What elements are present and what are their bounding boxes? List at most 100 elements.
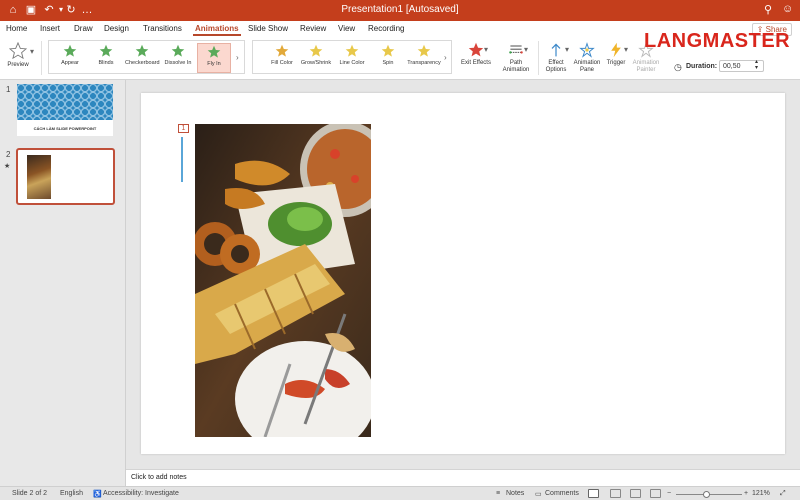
line-color-star-icon	[345, 44, 359, 57]
notes-area[interactable]: Click to add notes	[126, 469, 800, 486]
effect-blinds[interactable]: Blinds	[89, 43, 123, 73]
appear-star-icon	[63, 44, 77, 57]
slide-thumbnail-1[interactable]: CÁCH LÀM SLIDE POWERPOINT	[17, 84, 113, 136]
effect-checkerboard[interactable]: Checkerboard	[125, 43, 160, 73]
preview-button[interactable]: Preview	[4, 42, 32, 69]
food-photo-thumbnail	[27, 155, 51, 199]
notes-toggle[interactable]: Notes	[506, 490, 524, 497]
zoom-slider-handle[interactable]	[702, 491, 710, 498]
effect-appear[interactable]: Appear	[53, 43, 87, 73]
exit-star-icon	[468, 42, 484, 57]
animation-pane-button[interactable]: Animation Pane	[572, 42, 602, 74]
animation-star-icon: ★	[4, 163, 11, 170]
fit-slide-icon[interactable]: ⤢	[780, 490, 786, 498]
duration-label: Duration:	[686, 63, 718, 70]
title-bar: ⌂ ▣ ↶ ▾ ↻ … Presentation1 [Autosaved] ⚲ …	[0, 0, 800, 21]
effect-options-arrow-icon	[551, 43, 561, 57]
account-icon[interactable]: ☺	[782, 3, 793, 15]
preview-label: Preview	[7, 62, 29, 68]
effect-dissolve-in[interactable]: Dissolve In	[161, 43, 195, 73]
comments-toggle[interactable]: Comments	[545, 490, 579, 497]
search-icon[interactable]: ⚲	[764, 3, 772, 16]
entrance-effects-gallery: Appear Blinds Checkerboard Dissolve In F…	[48, 40, 245, 74]
fly-in-star-icon	[207, 45, 221, 58]
status-bar: Slide 2 of 2 English ♿ Accessibility: In…	[0, 486, 800, 500]
path-animation-icon	[509, 45, 523, 54]
notes-icon: ≡	[496, 490, 501, 497]
preview-star-icon	[9, 42, 27, 60]
slide-caption: CÁCH LÀM SLIDE POWERPOINT	[33, 126, 97, 131]
slide-number: 2	[6, 150, 11, 159]
tab-draw[interactable]: Draw	[74, 24, 93, 33]
path-animation-button[interactable]: Path Animation	[498, 42, 534, 74]
animation-pane-icon	[579, 42, 595, 58]
path-dropdown-icon[interactable]: ▾	[524, 45, 528, 54]
comments-icon: ▭	[535, 491, 542, 498]
exit-dropdown-icon[interactable]: ▾	[484, 45, 488, 54]
effect-options-dropdown-icon[interactable]: ▾	[565, 45, 569, 54]
effect-spin[interactable]: Spin	[371, 43, 405, 73]
accessibility-icon: ♿	[93, 491, 102, 498]
animation-pane-label: Animation Pane	[573, 60, 601, 73]
grow-shrink-star-icon	[309, 44, 323, 57]
blinds-star-icon	[99, 44, 113, 57]
effect-label: Line Color	[339, 60, 365, 66]
effect-transparency[interactable]: Transparency	[407, 43, 441, 73]
tab-home[interactable]: Home	[6, 24, 27, 33]
preview-dropdown-icon[interactable]: ▾	[30, 47, 34, 56]
effect-label: Spin	[382, 60, 394, 66]
path-animation-label: Path Animation	[502, 60, 530, 73]
separator	[538, 41, 539, 75]
spin-star-icon	[381, 44, 395, 57]
slide-thumbnails-panel: 1 CÁCH LÀM SLIDE POWERPOINT 2 ★	[0, 80, 126, 486]
tab-review[interactable]: Review	[300, 24, 326, 33]
tab-view[interactable]: View	[338, 24, 355, 33]
effect-label: Dissolve In	[164, 60, 192, 66]
slide-show-icon[interactable]	[650, 489, 661, 498]
slide-sorter-icon[interactable]	[610, 489, 621, 498]
duration-stepper[interactable]: ▴ ▾	[755, 59, 758, 71]
language-indicator[interactable]: English	[60, 490, 83, 497]
effect-fill-color[interactable]: Fill Color	[265, 43, 299, 73]
tab-recording[interactable]: Recording	[368, 24, 404, 33]
gallery-scroll-icon[interactable]: ›	[236, 53, 239, 62]
effect-fly-in[interactable]: Fly In	[197, 43, 231, 73]
tab-animations[interactable]: Animations	[193, 24, 241, 36]
animation-painter-label: Animation Painter	[632, 60, 660, 73]
slide-editor: 1	[126, 80, 800, 469]
trigger-dropdown-icon[interactable]: ▾	[624, 45, 628, 54]
current-slide[interactable]: 1	[141, 93, 785, 454]
slide-counter: Slide 2 of 2	[12, 490, 48, 497]
tab-slide-show[interactable]: Slide Show	[248, 24, 288, 33]
checkerboard-star-icon	[135, 44, 149, 57]
zoom-out-icon[interactable]: −	[667, 490, 671, 497]
reading-view-icon[interactable]	[630, 489, 641, 498]
zoom-level[interactable]: 121%	[752, 490, 770, 497]
slide-thumbnail-2[interactable]	[16, 148, 115, 205]
exit-effects-label: Exit Effects	[461, 60, 491, 66]
effect-grow-shrink[interactable]: Grow/Shrink	[299, 43, 333, 73]
tab-insert[interactable]: Insert	[40, 24, 60, 33]
effect-line-color[interactable]: Line Color	[335, 43, 369, 73]
gallery-scroll-icon[interactable]: ›	[444, 53, 447, 62]
normal-view-icon[interactable]	[588, 489, 599, 498]
zoom-in-icon[interactable]: +	[744, 490, 748, 497]
effect-label: Checkerboard	[125, 60, 160, 66]
separator	[41, 41, 42, 75]
dissolve-star-icon	[171, 44, 185, 57]
emphasis-effects-gallery: Fill Color Grow/Shrink Line Color Spin T…	[252, 40, 452, 74]
animation-indicator-line	[181, 137, 183, 182]
effect-label: Appear	[61, 60, 79, 66]
slide-number: 1	[6, 85, 11, 94]
tab-transitions[interactable]: Transitions	[143, 24, 182, 33]
animation-order-tag[interactable]: 1	[178, 124, 189, 133]
trigger-label: Trigger	[606, 60, 626, 66]
effect-options-label: Effect Options	[545, 60, 567, 73]
effect-label: Grow/Shrink	[300, 60, 332, 66]
effect-label: Fly In	[207, 61, 221, 67]
trigger-lightning-icon	[611, 42, 621, 58]
tab-design[interactable]: Design	[104, 24, 129, 33]
food-photo[interactable]	[195, 124, 371, 437]
accessibility-status[interactable]: Accessibility: Investigate	[103, 490, 179, 497]
food-photo-image	[195, 124, 371, 437]
